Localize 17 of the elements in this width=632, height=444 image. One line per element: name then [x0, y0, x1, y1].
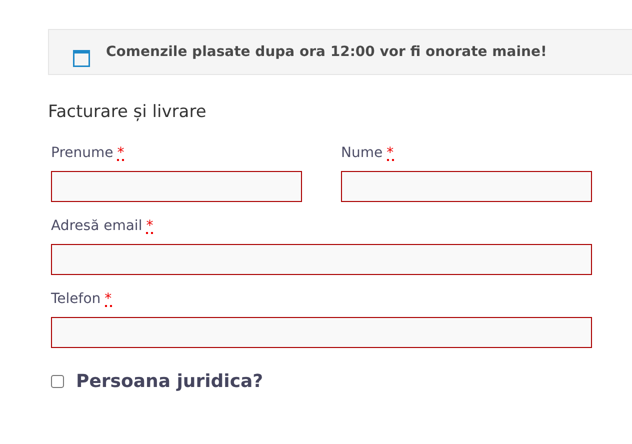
required-mark: *: [386, 146, 394, 160]
input-field[interactable]: [341, 170, 592, 202]
window-icon: [73, 50, 90, 66]
checkbox[interactable]: [51, 374, 64, 388]
field-label: Nume: [341, 144, 383, 162]
field-label: Telefon: [51, 290, 101, 308]
section-title: Facturare și livrare: [48, 101, 208, 124]
required-mark: *: [104, 292, 112, 306]
input-field[interactable]: [51, 244, 592, 274]
input-field[interactable]: [51, 316, 592, 348]
field-label: Adresă email: [51, 216, 142, 236]
notice-text: Comenzile plasate dupa ora 12:00 vor fi onorate maine!: [106, 42, 547, 62]
input-field[interactable]: [51, 170, 302, 202]
checkbox-label: Persoana juridica?: [76, 370, 264, 394]
required-mark: *: [117, 146, 124, 160]
field-label: Prenume: [51, 144, 114, 162]
required-mark: *: [146, 220, 154, 234]
